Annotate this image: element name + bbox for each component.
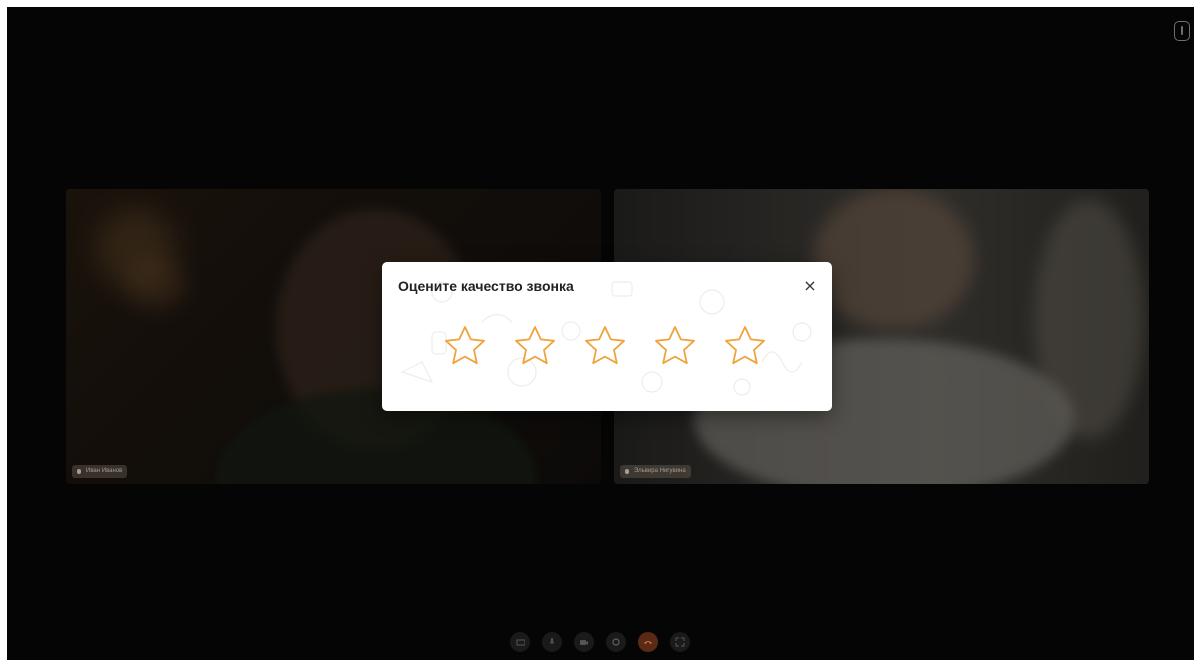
screen-share-button[interactable] [510, 632, 530, 652]
camera-button[interactable] [574, 632, 594, 652]
participant-name: Эльвира Нигувина [634, 468, 686, 474]
star-icon[interactable] [511, 322, 559, 370]
fullscreen-icon [675, 637, 685, 647]
call-rating-dialog: Оцените качество звонка × [382, 262, 832, 411]
microphone-icon [549, 638, 555, 644]
fullscreen-button[interactable] [670, 632, 690, 652]
dialog-title: Оцените качество звонка [398, 278, 574, 294]
close-button[interactable]: × [800, 276, 820, 296]
end-call-icon [644, 641, 652, 644]
star-icon[interactable] [581, 322, 629, 370]
call-screen: Иван Иванов Эльвира Нигувина Оцените кач… [7, 7, 1194, 660]
star-icon[interactable] [651, 322, 699, 370]
muted-microphone-icon [625, 469, 629, 474]
muted-microphone-icon [77, 469, 81, 474]
star-icon[interactable] [721, 322, 769, 370]
settings-button[interactable] [606, 632, 626, 652]
end-call-button[interactable] [638, 632, 658, 652]
star-rating[interactable] [441, 322, 769, 372]
participant-name: Иван Иванов [86, 468, 123, 474]
star-icon[interactable] [441, 322, 489, 370]
microphone-button[interactable] [542, 632, 562, 652]
layout-toggle-icon[interactable] [1174, 21, 1190, 41]
participant-name-tag: Иван Иванов [72, 465, 128, 478]
settings-icon [612, 638, 620, 646]
call-controls-toolbar [510, 632, 690, 652]
camera-icon [580, 640, 588, 645]
screen-share-icon [516, 639, 525, 646]
participant-name-tag: Эльвира Нигувина [620, 465, 691, 478]
